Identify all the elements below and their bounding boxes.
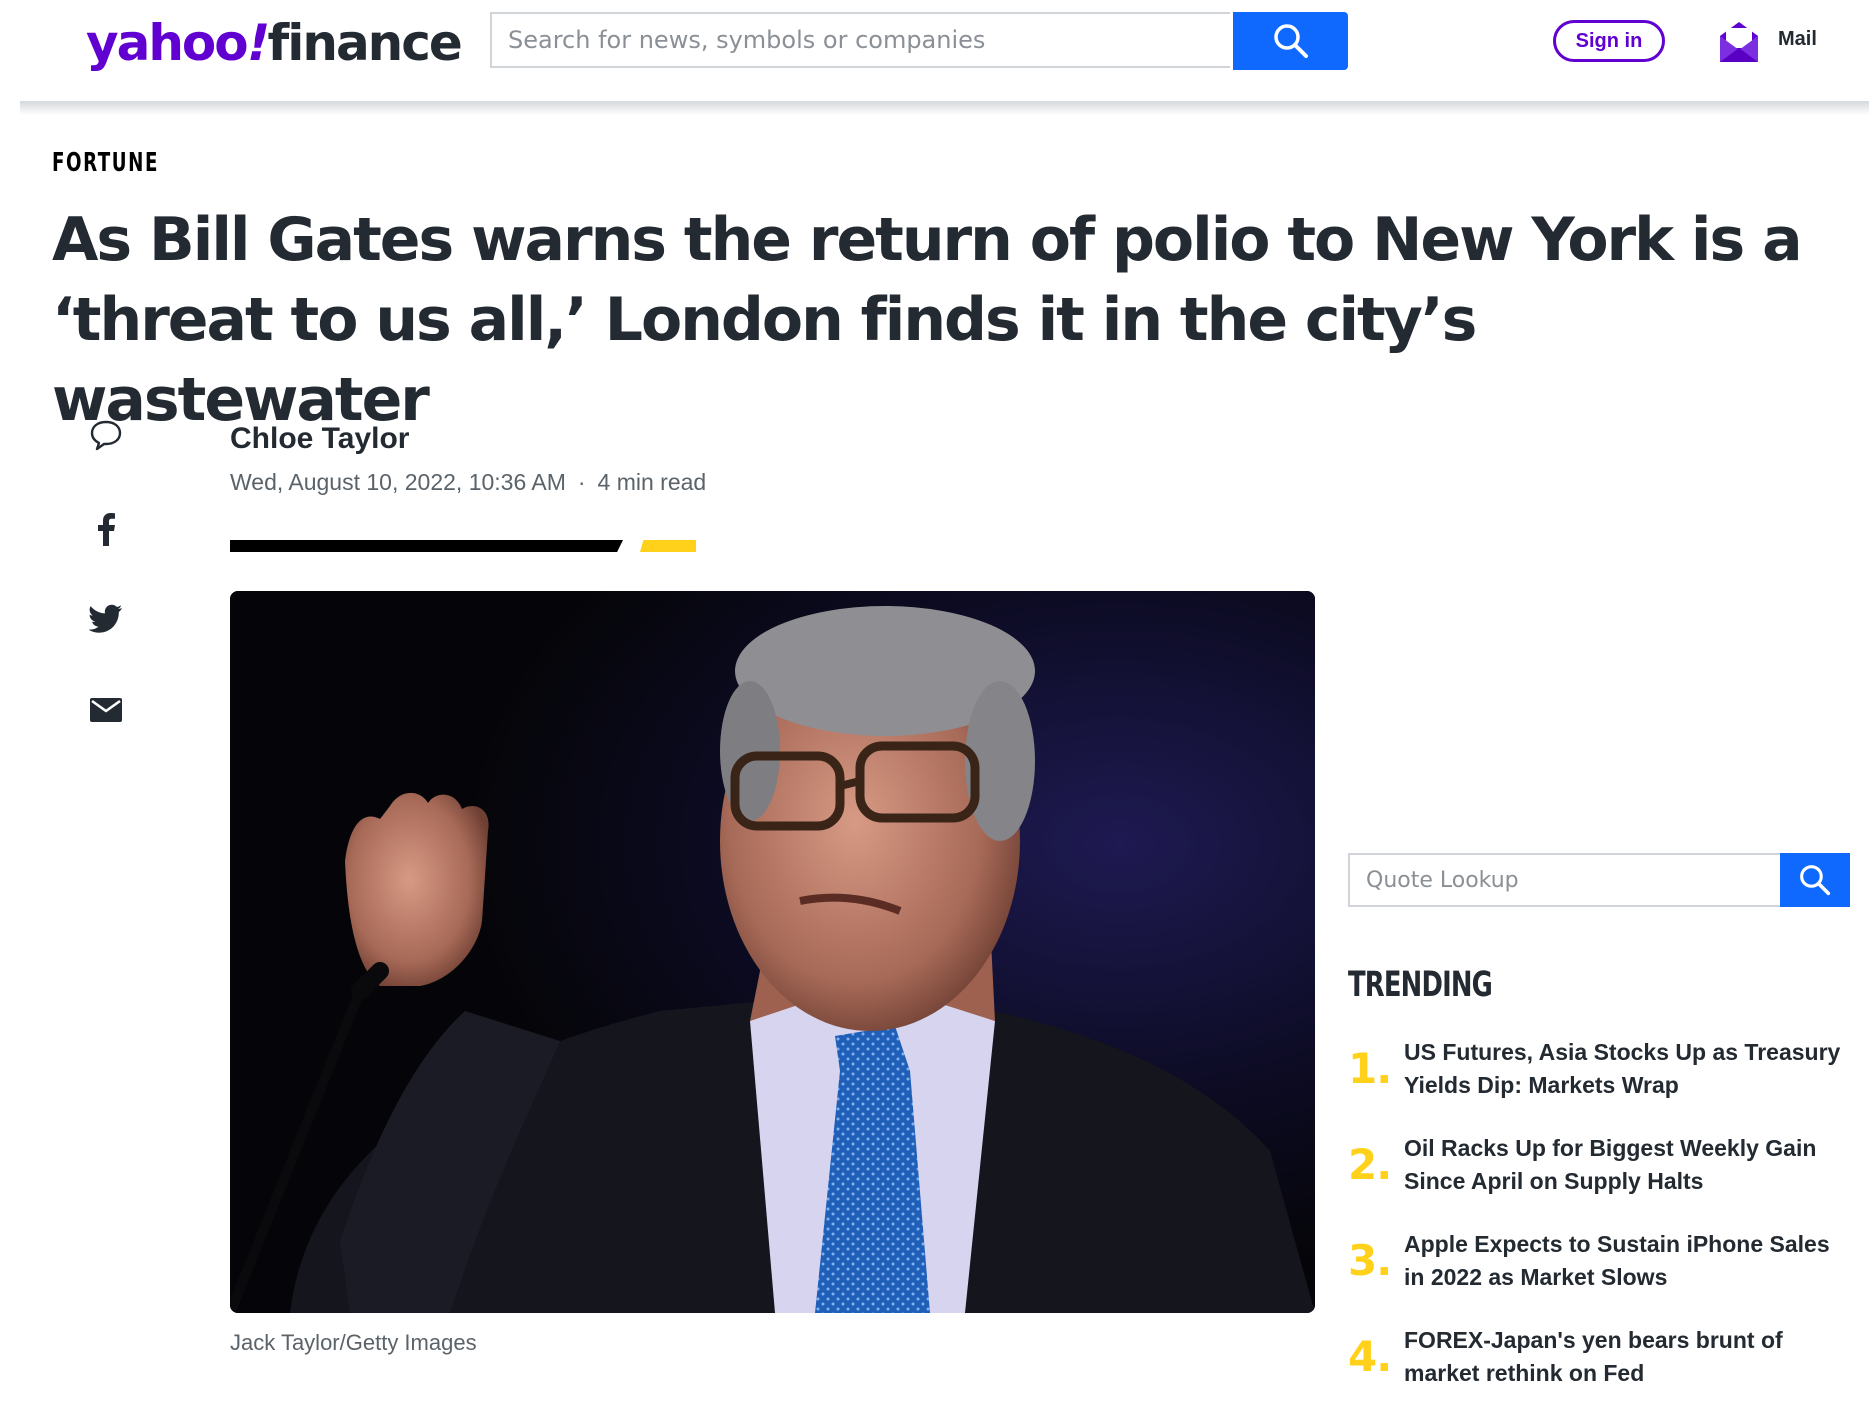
search-button[interactable] [1233,12,1348,70]
trending-rank: 4. [1348,1332,1392,1381]
decorative-bar [230,540,623,552]
email-icon[interactable] [86,690,126,730]
trending-item[interactable]: 2. Oil Racks Up for Biggest Weekly Gain … [1348,1132,1858,1228]
yahoo-finance-logo[interactable]: yahoo!finance [86,8,463,78]
quote-lookup-field[interactable] [1348,853,1780,907]
comment-icon[interactable] [86,415,126,455]
photo-bill-gates [230,591,1315,1313]
trending-rank: 1. [1348,1044,1392,1093]
sign-in-button[interactable]: Sign in [1553,20,1665,62]
facebook-icon[interactable] [86,509,126,549]
trending-headline[interactable]: FOREX-Japan's yen bears brunt of market … [1404,1324,1856,1390]
mail-link[interactable]: Mail [1778,28,1817,51]
trending-item[interactable]: 4. FOREX-Japan's yen bears brunt of mark… [1348,1324,1858,1420]
twitter-icon[interactable] [86,599,126,639]
trending-item[interactable]: 3. Apple Expects to Sustain iPhone Sales… [1348,1228,1858,1324]
trending-rank: 3. [1348,1236,1392,1285]
mail-envelope-icon[interactable] [1718,20,1760,64]
trending-headline[interactable]: Oil Racks Up for Biggest Weekly Gain Sin… [1404,1132,1856,1198]
quote-lookup-input[interactable] [1350,855,1780,905]
search-icon [1800,865,1831,896]
publisher-logo[interactable]: FORTUNE [52,148,159,178]
image-caption: Jack Taylor/Getty Images [230,1330,477,1355]
author-name[interactable]: Chloe Taylor [230,422,409,456]
search-icon [1273,24,1308,58]
article-meta: Wed, August 10, 2022, 10:36 AM · 4 min rea… [230,469,706,496]
site-header: yahoo!finance Sign in Mail [0,0,1869,102]
meta-separator: · [577,469,586,495]
article-hero-image[interactable] [230,591,1315,1313]
trending-list: 1. US Futures, Asia Stocks Up as Treasur… [1348,1036,1858,1420]
quote-lookup-button[interactable] [1780,853,1850,907]
publish-date: Wed, August 10, 2022, 10:36 AM [230,469,566,495]
search-input[interactable] [492,14,1230,66]
decorative-accent [640,540,696,552]
header-shadow [20,101,1869,115]
trending-headline[interactable]: Apple Expects to Sustain iPhone Sales in… [1404,1228,1856,1294]
trending-item[interactable]: 1. US Futures, Asia Stocks Up as Treasur… [1348,1036,1858,1132]
read-time: 4 min read [597,469,707,495]
trending-heading: TRENDING [1348,965,1493,1005]
search-field[interactable] [490,12,1230,68]
trending-rank: 2. [1348,1140,1392,1189]
trending-headline[interactable]: US Futures, Asia Stocks Up as Treasury Y… [1404,1036,1856,1102]
article-headline: As Bill Gates warns the return of polio … [52,205,1803,435]
